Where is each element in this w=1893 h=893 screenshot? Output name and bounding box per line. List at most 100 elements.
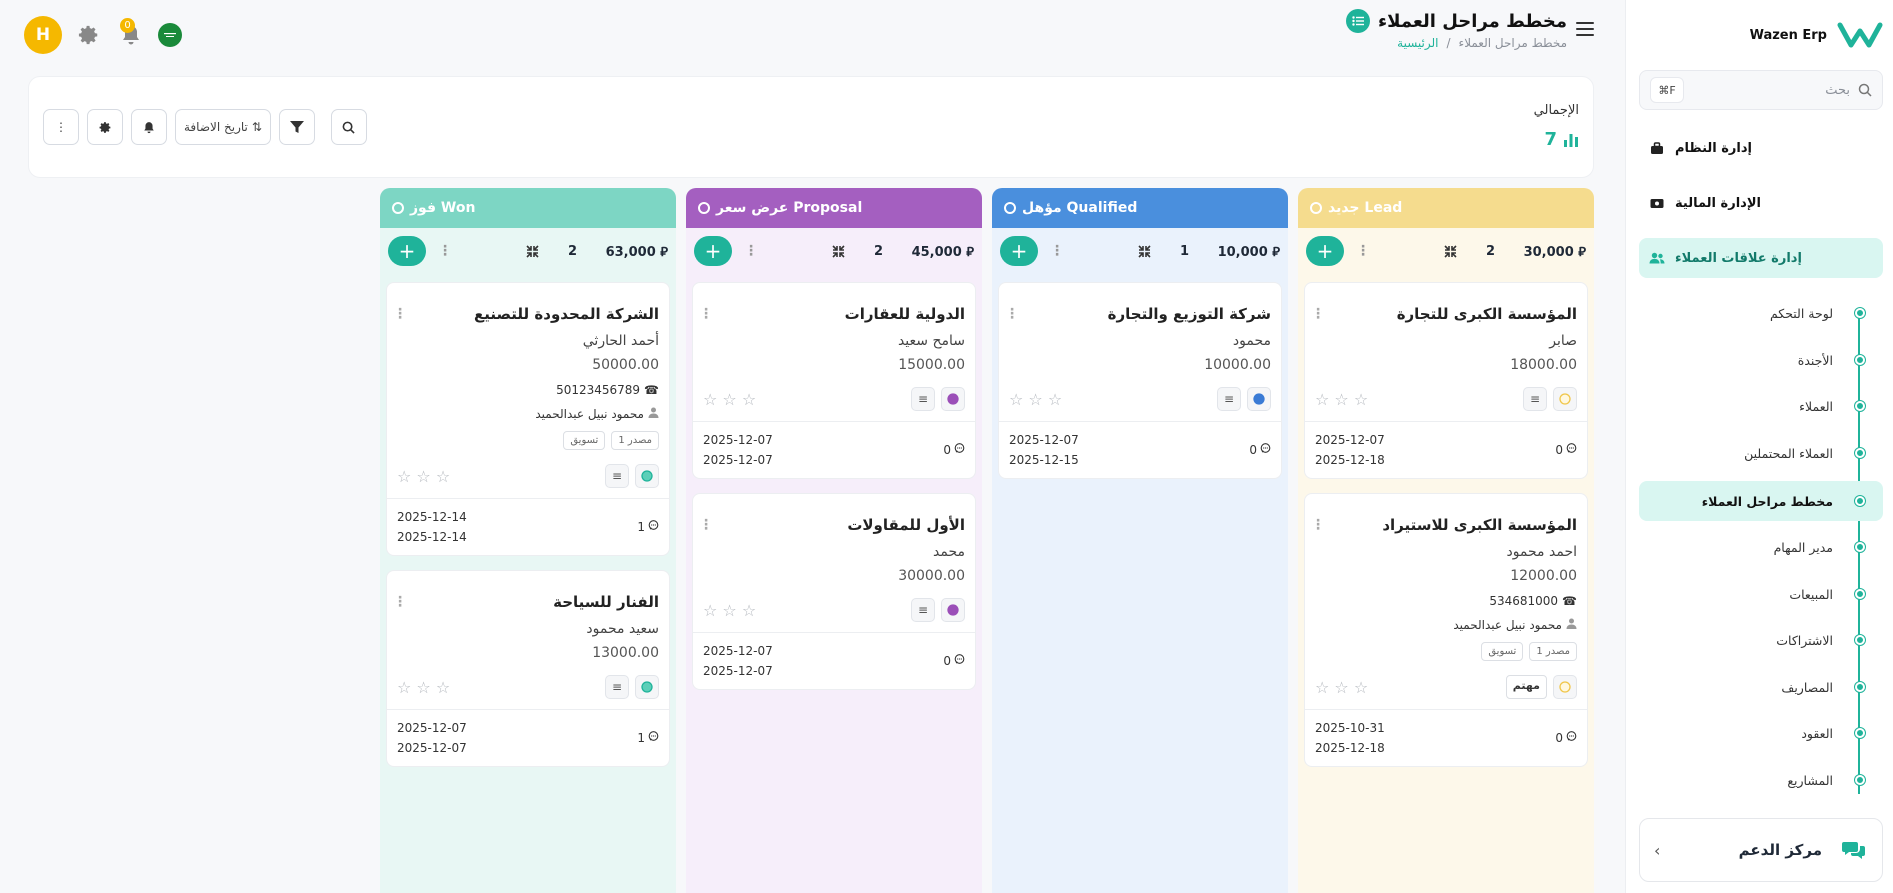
more-vertical-icon[interactable]: ⋮ [438, 244, 452, 258]
sidebar-section-finance[interactable]: الإدارة المالية [1639, 183, 1883, 223]
menu-icon[interactable] [1576, 22, 1594, 36]
deal-card[interactable]: المؤسسة الكبرى للتجارة ⋮ صابر 18000.00 ≡ ☆ ☆ … [1304, 282, 1588, 479]
deal-title[interactable]: الدولية للعقارات [845, 305, 965, 323]
deal-title[interactable]: شركة التوزيع والتجارة [1108, 305, 1271, 323]
deal-card[interactable]: الشركة المحدودة للتصنيع ⋮ أحمد الحارثي 5000… [386, 282, 670, 556]
more-vertical-icon[interactable]: ⋮ [744, 244, 758, 258]
deal-title[interactable]: الفنار للسياحة [553, 593, 659, 611]
rating-stars[interactable]: ☆ ☆ ☆ [1315, 390, 1368, 409]
card-menu-icon[interactable]: ⋮ [699, 307, 713, 321]
more-options-button[interactable]: ⋮ [43, 109, 79, 145]
card-menu-icon[interactable]: ⋮ [1311, 518, 1325, 532]
brand[interactable]: Wazen Erp [1643, 18, 1883, 52]
rating-stars[interactable]: ☆ ☆ ☆ [703, 601, 756, 620]
collapse-icon[interactable] [1444, 244, 1458, 258]
sidebar-item-leads[interactable]: العملاء المحتملين [1639, 435, 1883, 471]
sidebar-item-subscriptions[interactable]: الاشتراكات [1639, 622, 1883, 658]
filter-button[interactable] [278, 109, 315, 145]
deal-title[interactable]: الشركة المحدودة للتصنيع [474, 305, 659, 323]
status-icon[interactable] [1553, 675, 1577, 699]
deal-amount: 30000.00 [898, 568, 965, 584]
sidebar-item-sales[interactable]: المبيعات [1639, 576, 1883, 612]
deal-card[interactable]: شركة التوزيع والتجارة ⋮ محمود 10000.00 ≡ ☆ ☆ … [998, 282, 1282, 479]
sidebar-item-label: مخطط مراحل العملاء [1701, 493, 1833, 509]
tag-badge: مصدر 1 [611, 431, 659, 450]
sidebar-item-pipeline[interactable]: مخطط مراحل العملاء [1639, 481, 1883, 521]
list-icon[interactable]: ≡ [911, 598, 935, 622]
more-vertical-icon[interactable]: ⋮ [1050, 244, 1064, 258]
card-menu-icon[interactable]: ⋮ [1005, 307, 1019, 321]
list-icon[interactable]: ≡ [605, 464, 629, 488]
avatar[interactable]: H [24, 16, 62, 54]
card-menu-icon[interactable]: ⋮ [699, 518, 713, 532]
search-button[interactable] [330, 109, 367, 145]
comments-count[interactable]: 0 [1249, 443, 1271, 457]
status-icon[interactable] [941, 598, 965, 622]
comment-count-value: 1 [637, 520, 645, 534]
comments-count[interactable]: 1 [637, 731, 659, 745]
settings-button[interactable] [74, 20, 104, 50]
reminder-button[interactable] [131, 109, 167, 145]
comments-count[interactable]: 1 [637, 520, 659, 534]
list-icon[interactable]: ≡ [1523, 387, 1547, 411]
card-content: الأول للمقاولات ⋮ محمد 30000.00 ≡ ☆ ☆ ☆ [693, 494, 975, 632]
sidebar-item-contracts[interactable]: العقود [1639, 715, 1883, 751]
deal-amount: 13000.00 [592, 645, 659, 661]
sidebar-item-expenses[interactable]: المصاريف [1639, 669, 1883, 705]
rating-stars[interactable]: ☆ ☆ ☆ [1315, 678, 1368, 697]
notifications-button[interactable]: 0 [116, 18, 146, 50]
status-icon[interactable] [635, 464, 659, 488]
card-menu-icon[interactable]: ⋮ [393, 307, 407, 321]
more-vertical-icon[interactable]: ⋮ [1356, 244, 1370, 258]
comments-count[interactable]: 0 [943, 654, 965, 668]
deal-card[interactable]: الدولية للعقارات ⋮ سامح سعيد 15000.00 ≡ ☆ ☆ ☆… [692, 282, 976, 479]
sidebar-search[interactable]: بحث ⌘F [1639, 70, 1883, 110]
tree-dot [1855, 355, 1865, 365]
notification-badge: 0 [120, 18, 135, 33]
status-icon[interactable] [941, 387, 965, 411]
status-icon[interactable] [635, 675, 659, 699]
status-icon[interactable] [1247, 387, 1271, 411]
sidebar-item-customers[interactable]: العملاء [1639, 388, 1883, 424]
collapse-icon[interactable] [1138, 244, 1152, 258]
add-card-button[interactable]: + [388, 236, 426, 266]
sidebar-item-dashboard[interactable]: لوحة التحكم [1639, 295, 1883, 331]
sort-button[interactable]: ⇅ تاريخ الاضافة [175, 109, 271, 145]
list-icon[interactable]: ≡ [911, 387, 935, 411]
rating-stars[interactable]: ☆ ☆ ☆ [1009, 390, 1062, 409]
add-card-button[interactable]: + [1000, 236, 1038, 266]
deal-title[interactable]: الأول للمقاولات [847, 516, 965, 534]
rating-stars[interactable]: ☆ ☆ ☆ [397, 678, 450, 697]
settings-button[interactable] [87, 109, 123, 145]
card-menu-icon[interactable]: ⋮ [1311, 307, 1325, 321]
sidebar-item-agenda[interactable]: الأجندة [1639, 342, 1883, 378]
breadcrumb-home[interactable]: الرئيسية [1397, 36, 1438, 50]
sidebar-item-tasks[interactable]: مدير المهام [1639, 529, 1883, 565]
support-center[interactable]: مركز الدعم ‹ [1639, 818, 1883, 882]
collapse-icon[interactable] [526, 244, 540, 258]
deal-card[interactable]: الفنار للسياحة ⋮ سعيد محمود 13000.00 ≡ ☆ ☆ ☆ 2… [386, 570, 670, 767]
deal-title[interactable]: المؤسسة الكبرى للتجارة [1397, 305, 1577, 323]
saudi-flag-icon[interactable] [158, 23, 182, 47]
sidebar-section-system[interactable]: إدارة النظام [1639, 128, 1883, 168]
deal-card[interactable]: المؤسسة الكبرى للاستيراد ⋮ احمد محمود 12000… [1304, 493, 1588, 767]
collapse-icon[interactable] [832, 244, 846, 258]
comments-count[interactable]: 0 [943, 443, 965, 457]
list-icon[interactable]: ≡ [605, 675, 629, 699]
card-actions: ≡ ☆ ☆ ☆ [703, 598, 965, 622]
column-amount: 63,000 ⃁ [605, 244, 668, 260]
comments-count[interactable]: 0 [1555, 731, 1577, 745]
rating-stars[interactable]: ☆ ☆ ☆ [397, 467, 450, 486]
list-icon[interactable]: ≡ [1217, 387, 1241, 411]
sidebar-item-projects[interactable]: المشاريع [1639, 762, 1883, 798]
rating-stars[interactable]: ☆ ☆ ☆ [703, 390, 756, 409]
deal-title[interactable]: المؤسسة الكبرى للاستيراد [1382, 516, 1577, 534]
add-card-button[interactable]: + [694, 236, 732, 266]
sidebar-section-crm[interactable]: إدارة علاقات العملاء [1639, 238, 1883, 278]
comments-count[interactable]: 0 [1555, 443, 1577, 457]
status-icon[interactable] [1553, 387, 1577, 411]
top-actions: H 0 [24, 16, 182, 54]
deal-card[interactable]: الأول للمقاولات ⋮ محمد 30000.00 ≡ ☆ ☆ ☆ 2025-1… [692, 493, 976, 690]
card-menu-icon[interactable]: ⋮ [393, 595, 407, 609]
add-card-button[interactable]: + [1306, 236, 1344, 266]
